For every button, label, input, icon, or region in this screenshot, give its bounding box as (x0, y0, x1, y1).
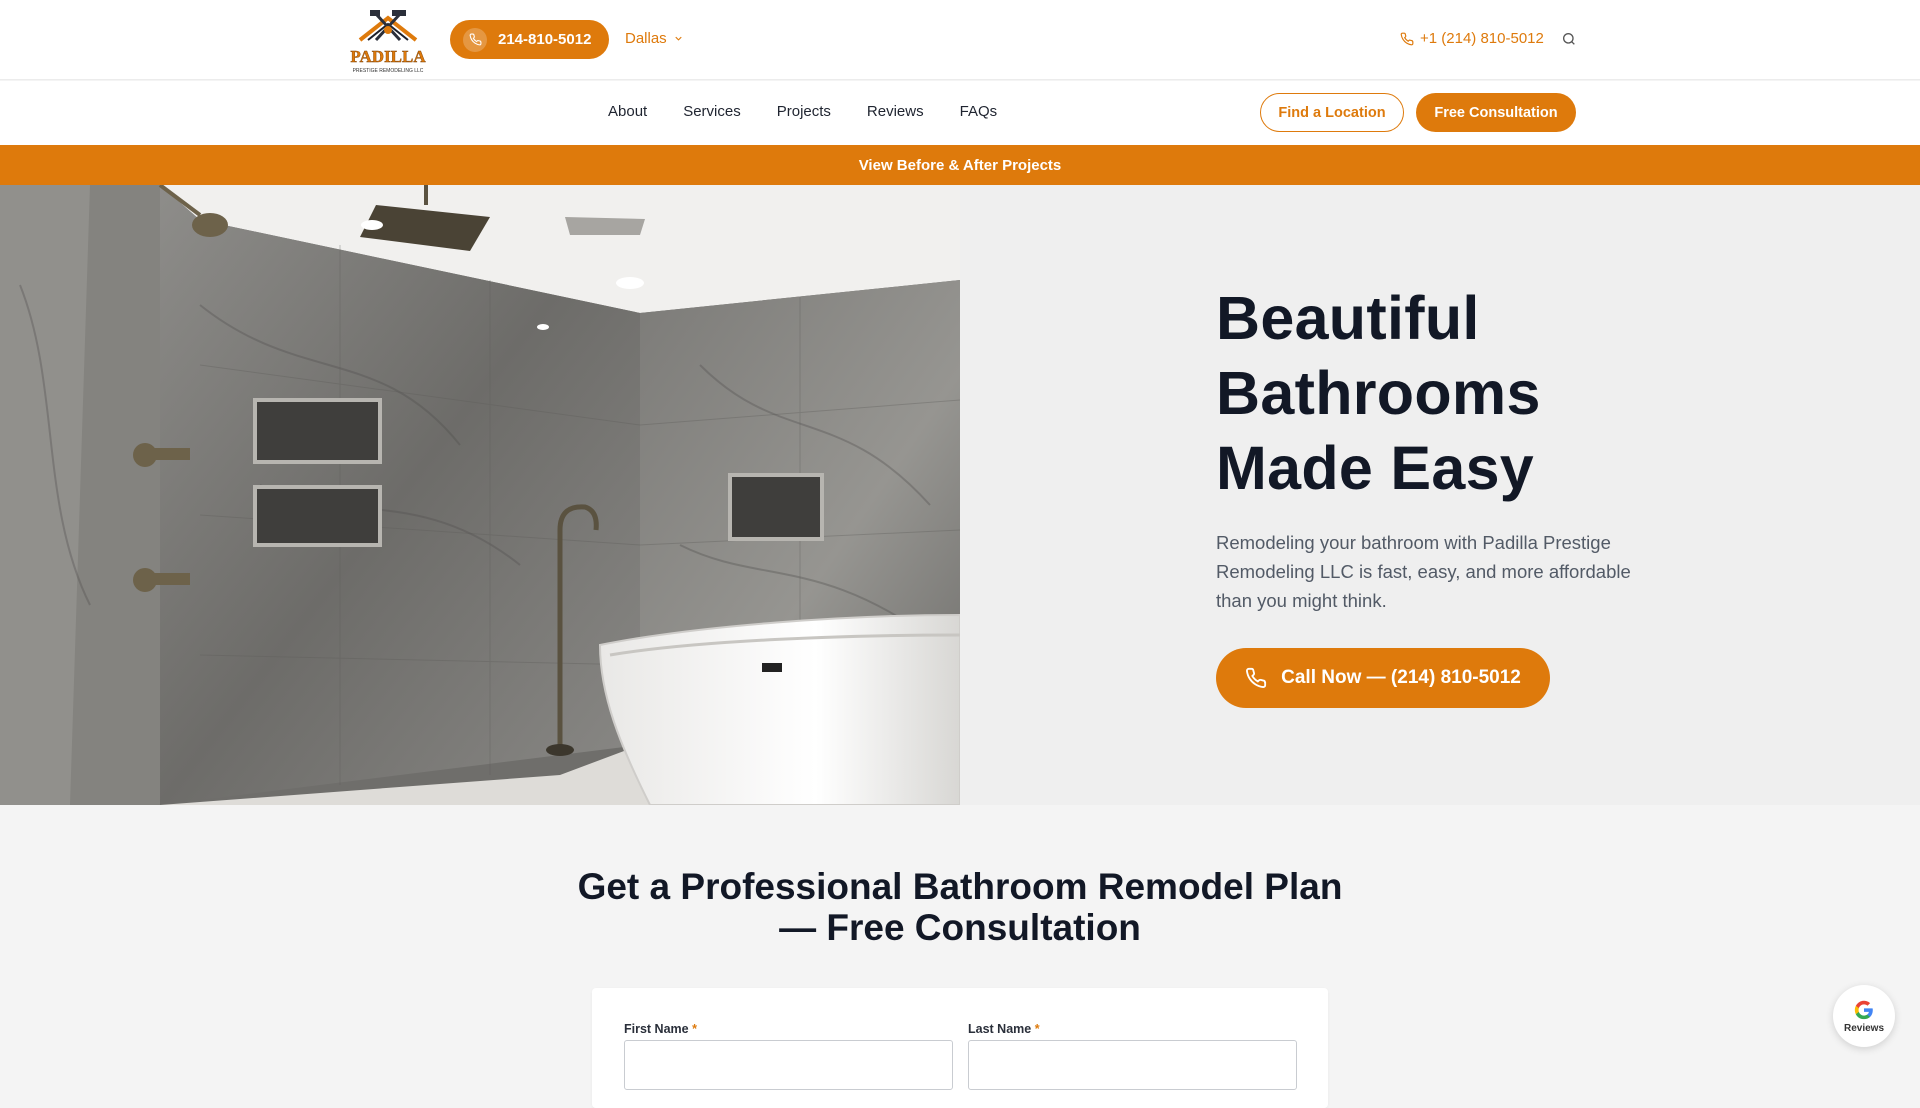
main-nav: About Services Projects Reviews FAQs Fin… (0, 81, 1920, 145)
logo-subtext: PRESTIGE REMODELING LLC (353, 68, 424, 74)
logo-wordmark: PADILLA (350, 47, 426, 66)
chevron-down-icon (675, 36, 682, 41)
header-phone-button[interactable]: 214-810-5012 (450, 20, 609, 59)
consultation-form: First Name * Last Name * (592, 988, 1328, 1108)
city-label: Dallas (625, 30, 667, 47)
phone-icon (463, 27, 487, 52)
hero-content: Beautiful Bathrooms Made Easy Remodeling… (960, 185, 1920, 805)
required-marker: * (1034, 1022, 1040, 1036)
find-location-button[interactable]: Find a Location (1260, 93, 1404, 132)
nav-item-projects[interactable]: Projects (777, 103, 831, 120)
nav-item-reviews[interactable]: Reviews (867, 103, 924, 120)
google-reviews-badge[interactable]: Reviews (1833, 985, 1895, 1047)
nav-links: About Services Projects Reviews FAQs (608, 103, 997, 120)
reviews-badge-label: Reviews (1843, 1022, 1885, 1034)
hero-bathroom-image (0, 185, 960, 805)
consultation-section: Get a Professional Bathroom Remodel Plan… (0, 805, 1920, 1108)
nav-item-services[interactable]: Services (683, 103, 741, 120)
phone-icon (1400, 32, 1414, 45)
nav-item-faqs[interactable]: FAQs (960, 103, 998, 120)
free-consultation-button[interactable]: Free Consultation (1416, 93, 1576, 132)
city-selector[interactable]: Dallas (625, 30, 684, 47)
before-after-banner[interactable]: View Before & After Projects (0, 145, 1920, 185)
required-marker: * (692, 1022, 697, 1036)
last-name-label: Last Name * (968, 1022, 1040, 1036)
first-name-input[interactable] (624, 1040, 953, 1090)
search-icon[interactable] (1561, 31, 1577, 47)
section-title: Get a Professional Bathroom Remodel Plan… (577, 866, 1343, 948)
nav-item-about[interactable]: About (608, 103, 647, 120)
banner-label: View Before & After Projects (858, 156, 1062, 174)
call-now-label: Call Now — (214) 810-5012 (1281, 667, 1521, 688)
last-name-input[interactable] (968, 1040, 1297, 1090)
google-icon (1854, 1000, 1873, 1019)
call-now-button[interactable]: Call Now — (214) 810-5012 (1216, 648, 1550, 708)
first-name-label-text: First Name (624, 1022, 689, 1036)
header-phone-label: 214-810-5012 (498, 31, 592, 48)
last-name-label-text: Last Name (968, 1022, 1032, 1036)
company-logo[interactable]: PADILLA PRESTIGE REMODELING LLC (346, 6, 430, 74)
phone-icon (1246, 667, 1267, 688)
hero-title: Beautiful Bathrooms Made Easy (1216, 284, 1541, 502)
top-phone-link[interactable]: +1 (214) 810-5012 (1400, 30, 1544, 47)
top-header: PADILLA PRESTIGE REMODELING LLC 214-810-… (0, 0, 1920, 80)
first-name-label: First Name * (624, 1022, 697, 1036)
top-phone-label: +1 (214) 810-5012 (1420, 30, 1544, 47)
hero-subtitle: Remodeling your bathroom with Padilla Pr… (1216, 532, 1631, 611)
